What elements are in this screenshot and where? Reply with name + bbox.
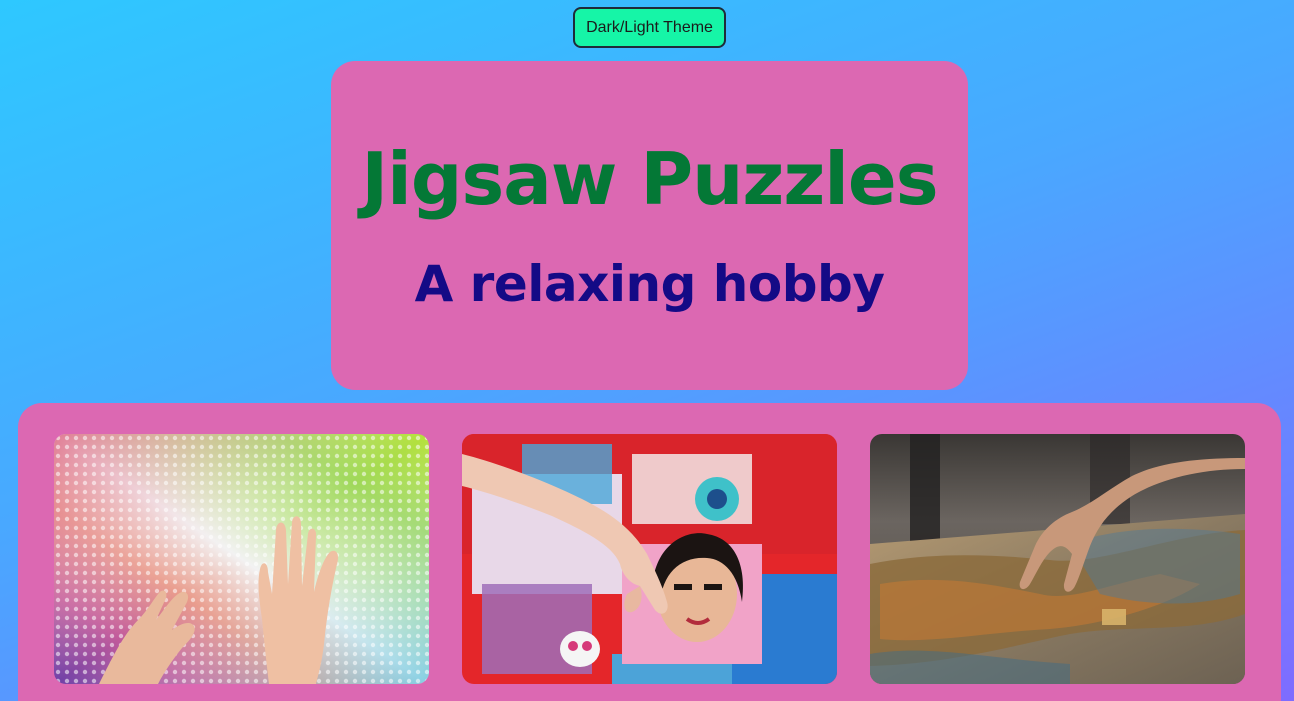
theme-toggle-button[interactable]: Dark/Light Theme bbox=[573, 7, 726, 48]
hero-panel: Jigsaw Puzzles A relaxing hobby bbox=[331, 61, 968, 390]
page-subtitle: A relaxing hobby bbox=[414, 255, 885, 313]
rainbow-puzzle-pieces-photo bbox=[54, 434, 429, 684]
photo-gallery bbox=[18, 403, 1281, 701]
table-puzzle-photo bbox=[870, 434, 1245, 684]
portrait-puzzle-photo bbox=[462, 434, 837, 684]
page-title: Jigsaw Puzzles bbox=[361, 137, 938, 221]
